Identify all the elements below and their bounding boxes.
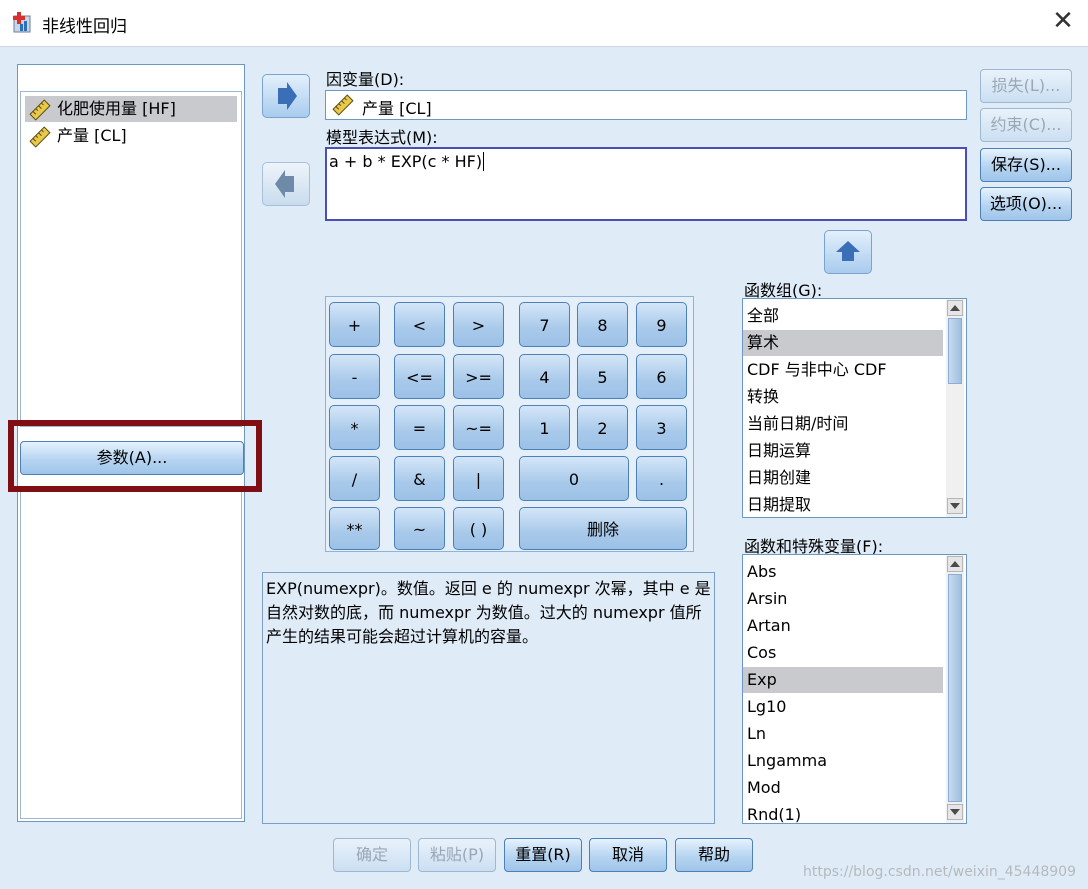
- ruler-icon: [29, 125, 51, 148]
- key-1[interactable]: 1: [519, 405, 570, 450]
- missing-button[interactable]: 损失(L)...: [980, 69, 1072, 103]
- key-dot[interactable]: .: [636, 456, 687, 501]
- key-0[interactable]: 0: [519, 456, 629, 501]
- function-item[interactable]: Abs: [743, 559, 943, 585]
- function-group-item[interactable]: 当前日期/时间: [743, 411, 943, 437]
- function-item[interactable]: Exp: [743, 667, 943, 693]
- dependent-field[interactable]: 产量 [CL]: [325, 90, 967, 120]
- variable-list[interactable]: 化肥使用量 [HF] 产量 [CL]: [20, 91, 242, 427]
- reset-button[interactable]: 重置(R): [504, 838, 582, 872]
- ok-button[interactable]: 确定: [333, 838, 411, 872]
- function-item[interactable]: Arsin: [743, 586, 943, 612]
- function-item[interactable]: Lngamma: [743, 748, 943, 774]
- arrow-left-icon: [275, 170, 294, 198]
- key-lt[interactable]: <: [394, 302, 445, 347]
- constraints-button[interactable]: 约束(C)...: [980, 108, 1072, 142]
- arrow-right-icon: [278, 82, 297, 110]
- function-description: EXP(numexpr)。数值。返回 e 的 numexpr 次幂，其中 e 是…: [262, 572, 715, 824]
- variable-label: 产量 [CL]: [57, 126, 127, 145]
- model-label: 模型表达式(M):: [326, 128, 438, 147]
- title-bar: 非线性回归 ✕: [0, 0, 1088, 46]
- scroll-up-icon[interactable]: [947, 556, 963, 572]
- scroll-thumb[interactable]: [948, 574, 962, 802]
- function-group-item[interactable]: 日期创建: [743, 465, 943, 491]
- key-7[interactable]: 7: [519, 302, 570, 347]
- text-cursor: [483, 152, 485, 171]
- highlight-box: [8, 420, 262, 492]
- key-and[interactable]: &: [394, 456, 445, 501]
- key-or[interactable]: |: [453, 456, 504, 501]
- key-power[interactable]: **: [329, 507, 380, 550]
- arrow-up-icon: [836, 241, 860, 261]
- spss-app-icon: [12, 10, 34, 34]
- dependent-label: 因变量(D):: [326, 70, 405, 89]
- key-gt[interactable]: >: [453, 302, 504, 347]
- key-plus[interactable]: +: [329, 302, 380, 347]
- key-5[interactable]: 5: [577, 354, 628, 399]
- function-item[interactable]: Ln: [743, 721, 943, 747]
- function-group-scrollbar[interactable]: [946, 299, 964, 517]
- key-equal[interactable]: =: [394, 405, 445, 450]
- function-item[interactable]: Rnd(1): [743, 802, 943, 823]
- variable-label: 化肥使用量 [HF]: [57, 99, 176, 118]
- move-to-dependent-button[interactable]: [262, 74, 310, 118]
- move-back-button[interactable]: [262, 162, 310, 206]
- save-button[interactable]: 保存(S)...: [980, 148, 1072, 182]
- function-group-item[interactable]: 转换: [743, 384, 943, 410]
- function-group-item[interactable]: CDF 与非中心 CDF: [743, 357, 943, 383]
- scroll-down-icon[interactable]: [947, 498, 963, 514]
- insert-function-button[interactable]: [824, 230, 872, 274]
- key-not[interactable]: ~: [394, 507, 445, 550]
- function-item[interactable]: Lg10: [743, 694, 943, 720]
- close-icon[interactable]: ✕: [1048, 6, 1078, 36]
- key-le[interactable]: <=: [394, 354, 445, 399]
- key-2[interactable]: 2: [577, 405, 628, 450]
- window-title: 非线性回归: [42, 17, 127, 37]
- key-not-equal[interactable]: ~=: [453, 405, 504, 450]
- key-delete[interactable]: 删除: [519, 507, 687, 550]
- key-multiply[interactable]: *: [329, 405, 380, 450]
- options-button[interactable]: 选项(O)...: [980, 187, 1072, 221]
- scroll-down-icon[interactable]: [947, 804, 963, 820]
- function-group-item[interactable]: 日期提取: [743, 492, 943, 517]
- key-8[interactable]: 8: [577, 302, 628, 347]
- function-group-item[interactable]: 算术: [743, 330, 943, 356]
- variable-item-hf[interactable]: 化肥使用量 [HF]: [25, 96, 237, 122]
- function-item[interactable]: Artan: [743, 613, 943, 639]
- key-3[interactable]: 3: [636, 405, 687, 450]
- variable-item-cl[interactable]: 产量 [CL]: [25, 123, 127, 149]
- key-divide[interactable]: /: [329, 456, 380, 501]
- scroll-up-icon[interactable]: [947, 300, 963, 316]
- key-4[interactable]: 4: [519, 354, 570, 399]
- scroll-thumb[interactable]: [948, 318, 962, 384]
- function-group-item[interactable]: 全部: [743, 303, 943, 329]
- model-expression-input[interactable]: a + b * EXP(c * HF): [325, 147, 967, 221]
- functions-list[interactable]: Abs Arsin Artan Cos Exp Lg10 Ln Lngamma …: [742, 554, 967, 824]
- key-6[interactable]: 6: [636, 354, 687, 399]
- key-parentheses[interactable]: ( ): [453, 507, 504, 550]
- function-item[interactable]: Mod: [743, 775, 943, 801]
- function-group-item[interactable]: 日期运算: [743, 438, 943, 464]
- ruler-icon: [332, 94, 354, 116]
- dependent-value: 产量 [CL]: [362, 99, 432, 118]
- cancel-button[interactable]: 取消: [589, 838, 667, 872]
- ruler-icon: [29, 98, 51, 121]
- key-ge[interactable]: >=: [453, 354, 504, 399]
- function-item[interactable]: Cos: [743, 640, 943, 666]
- paste-button[interactable]: 粘贴(P): [418, 838, 496, 872]
- key-minus[interactable]: -: [329, 354, 380, 399]
- help-button[interactable]: 帮助: [675, 838, 753, 872]
- functions-scrollbar[interactable]: [946, 555, 964, 823]
- function-group-list[interactable]: 全部 算术 CDF 与非中心 CDF 转换 当前日期/时间 日期运算 日期创建 …: [742, 298, 967, 518]
- model-expression-text: a + b * EXP(c * HF): [329, 152, 483, 171]
- parameter-list[interactable]: [20, 487, 242, 819]
- watermark: https://blog.csdn.net/weixin_45448909: [802, 864, 1076, 880]
- key-9[interactable]: 9: [636, 302, 687, 347]
